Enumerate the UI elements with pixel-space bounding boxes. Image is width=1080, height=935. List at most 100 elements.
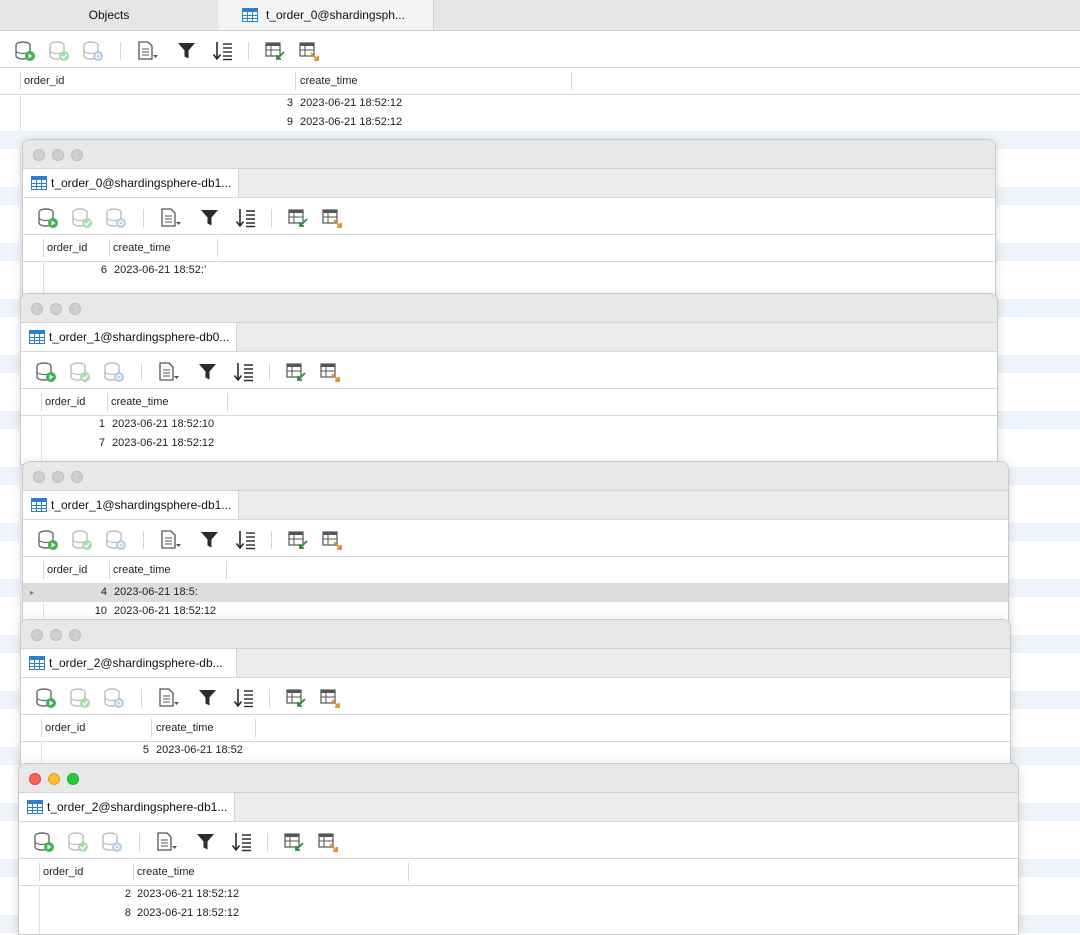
- text-view-icon[interactable]: [136, 40, 158, 62]
- text-view-icon[interactable]: [159, 207, 181, 229]
- zoom-button[interactable]: [71, 149, 83, 161]
- cell-order-id[interactable]: 2: [39, 885, 131, 904]
- cell-create-time[interactable]: 2023-06-21 18:52:12: [137, 904, 239, 923]
- zoom-button[interactable]: [69, 303, 81, 315]
- export-icon[interactable]: [319, 687, 341, 709]
- sort-icon[interactable]: [233, 361, 255, 383]
- filter-icon[interactable]: [199, 529, 221, 551]
- tab-t-order-2-db1[interactable]: t_order_2@shardingsphere-db1...: [19, 793, 235, 821]
- cell-create-time[interactable]: 2023-06-21 18:52:12: [300, 94, 402, 113]
- cell-create-time[interactable]: 2023-06-21 18:52:12: [137, 885, 239, 904]
- column-header-create-time[interactable]: create_time: [296, 68, 357, 94]
- cell-order-id[interactable]: 7: [41, 434, 105, 453]
- minimize-button[interactable]: [50, 629, 62, 641]
- column-header-order-id[interactable]: order_id: [41, 715, 85, 741]
- zoom-button[interactable]: [71, 471, 83, 483]
- cell-order-id[interactable]: 5: [41, 741, 149, 760]
- import-icon[interactable]: [287, 207, 309, 229]
- begin-transaction-icon[interactable]: [35, 687, 57, 709]
- export-icon[interactable]: [317, 831, 339, 853]
- cell-create-time[interactable]: 2023-06-21 18:52:10: [112, 415, 214, 434]
- minimize-button[interactable]: [50, 303, 62, 315]
- begin-transaction-icon[interactable]: [35, 361, 57, 383]
- import-icon[interactable]: [283, 831, 305, 853]
- cell-create-time[interactable]: 2023-06-21 18:52:’: [114, 261, 206, 280]
- text-view-icon[interactable]: [157, 687, 179, 709]
- tab-t-order-2-db0[interactable]: t_order_2@shardingsphere-db...: [21, 649, 237, 677]
- import-icon[interactable]: [287, 529, 309, 551]
- cell-create-time[interactable]: 2023-06-21 18:52:12: [112, 434, 214, 453]
- table-row[interactable]: 5 2023-06-21 18:52: [21, 741, 1010, 760]
- table-row[interactable]: 3 2023-06-21 18:52:12: [0, 94, 1080, 113]
- table-row[interactable]: 9 2023-06-21 18:52:12: [0, 113, 1080, 132]
- table-row[interactable]: 8 2023-06-21 18:52:12: [19, 904, 1018, 923]
- window-titlebar[interactable]: [23, 462, 1008, 491]
- table-row[interactable]: 7 2023-06-21 18:52:12: [21, 434, 997, 453]
- window-titlebar[interactable]: [23, 140, 995, 169]
- filter-icon[interactable]: [197, 687, 219, 709]
- import-icon[interactable]: [264, 40, 286, 62]
- export-icon[interactable]: [321, 207, 343, 229]
- rollback-icon[interactable]: [101, 831, 123, 853]
- import-icon[interactable]: [285, 687, 307, 709]
- rollback-icon[interactable]: [103, 361, 125, 383]
- minimize-button[interactable]: [52, 471, 64, 483]
- close-button[interactable]: [33, 471, 45, 483]
- tab-t-order-1-db0[interactable]: t_order_1@shardingsphere-db0...: [21, 323, 237, 351]
- export-icon[interactable]: [298, 40, 320, 62]
- table-row[interactable]: 1 2023-06-21 18:52:10: [21, 415, 997, 434]
- sort-icon[interactable]: [212, 40, 234, 62]
- minimize-button[interactable]: [52, 149, 64, 161]
- export-icon[interactable]: [321, 529, 343, 551]
- rollback-icon[interactable]: [103, 687, 125, 709]
- filter-icon[interactable]: [195, 831, 217, 853]
- commit-icon[interactable]: [69, 687, 91, 709]
- commit-icon[interactable]: [71, 529, 93, 551]
- close-button[interactable]: [31, 629, 43, 641]
- column-header-create-time[interactable]: create_time: [107, 389, 168, 415]
- cell-create-time[interactable]: 2023-06-21 18:5:: [114, 583, 198, 602]
- cell-order-id[interactable]: 6: [43, 261, 107, 280]
- commit-icon[interactable]: [48, 40, 70, 62]
- tab-objects[interactable]: Objects: [0, 0, 219, 30]
- rollback-icon[interactable]: [105, 529, 127, 551]
- column-header-create-time[interactable]: create_time: [109, 235, 170, 261]
- minimize-button[interactable]: [48, 773, 60, 785]
- tab-t-order-0-db1[interactable]: t_order_0@shardingsphere-db1...: [23, 169, 239, 197]
- tab-t-order-1-db1[interactable]: t_order_1@shardingsphere-db1...: [23, 491, 239, 519]
- window-titlebar[interactable]: [21, 294, 997, 323]
- zoom-button[interactable]: [67, 773, 79, 785]
- close-button[interactable]: [29, 773, 41, 785]
- column-header-order-id[interactable]: order_id: [20, 68, 64, 94]
- column-header-order-id[interactable]: order_id: [39, 859, 83, 885]
- column-header-create-time[interactable]: create_time: [152, 715, 213, 741]
- zoom-button[interactable]: [69, 629, 81, 641]
- cell-order-id[interactable]: 4: [43, 583, 107, 602]
- cell-create-time[interactable]: 2023-06-21 18:52:12: [300, 113, 402, 132]
- close-button[interactable]: [33, 149, 45, 161]
- text-view-icon[interactable]: [159, 529, 181, 551]
- cell-order-id[interactable]: 8: [39, 904, 131, 923]
- column-header-order-id[interactable]: order_id: [43, 235, 87, 261]
- close-button[interactable]: [31, 303, 43, 315]
- table-row[interactable]: 2 2023-06-21 18:52:12: [19, 885, 1018, 904]
- column-header-order-id[interactable]: order_id: [41, 389, 85, 415]
- import-icon[interactable]: [285, 361, 307, 383]
- filter-icon[interactable]: [176, 40, 198, 62]
- rollback-icon[interactable]: [105, 207, 127, 229]
- column-header-order-id[interactable]: order_id: [43, 557, 87, 583]
- export-icon[interactable]: [319, 361, 341, 383]
- cell-order-id[interactable]: 1: [41, 415, 105, 434]
- column-header-create-time[interactable]: create_time: [109, 557, 170, 583]
- sort-icon[interactable]: [235, 529, 257, 551]
- column-header-create-time[interactable]: create_time: [133, 859, 194, 885]
- sort-icon[interactable]: [235, 207, 257, 229]
- begin-transaction-icon[interactable]: [37, 207, 59, 229]
- rollback-icon[interactable]: [82, 40, 104, 62]
- commit-icon[interactable]: [67, 831, 89, 853]
- filter-icon[interactable]: [199, 207, 221, 229]
- cell-order-id[interactable]: 9: [20, 113, 293, 132]
- begin-transaction-icon[interactable]: [14, 40, 36, 62]
- sort-icon[interactable]: [233, 687, 255, 709]
- tab-t-order-0[interactable]: t_order_0@shardingsph...: [218, 0, 434, 30]
